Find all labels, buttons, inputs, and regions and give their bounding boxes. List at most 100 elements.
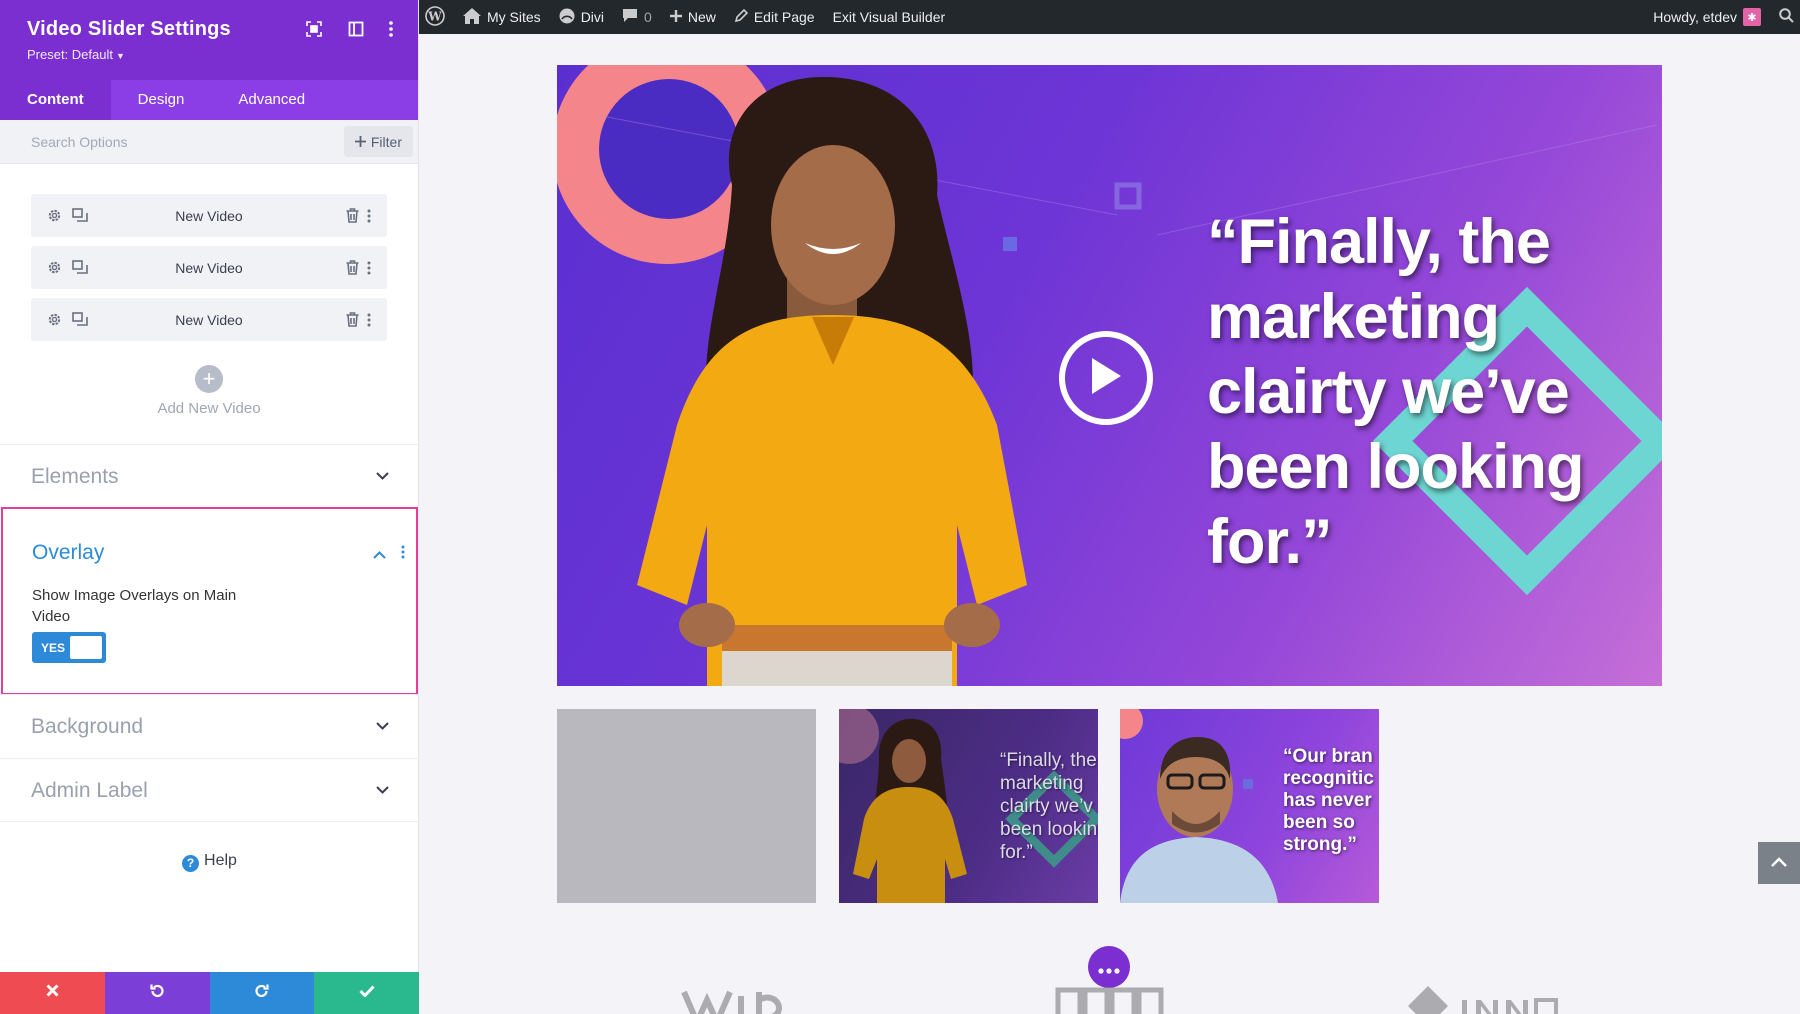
partner-logo <box>679 979 809 1014</box>
panel-tabs: Content Design Advanced <box>0 80 418 120</box>
caret-down-icon: ▼ <box>116 51 125 61</box>
divi-label: Divi <box>580 9 605 25</box>
thumbnail-quote: “Our bran recognitic has never been so s… <box>1283 746 1374 855</box>
expand-icon[interactable] <box>303 18 325 40</box>
undo-button[interactable] <box>104 972 210 1014</box>
edit-page-link[interactable]: Edit Page <box>725 0 824 34</box>
redo-icon <box>254 983 270 1004</box>
video-item[interactable]: New Video <box>31 194 387 237</box>
add-video-button[interactable]: + <box>195 365 223 393</box>
exit-visual-builder-link[interactable]: Exit Visual Builder <box>824 0 955 34</box>
chevron-up-icon <box>1771 854 1787 872</box>
thumbnail-quote: “Finally, the marketing clairty we’v bee… <box>1000 750 1098 863</box>
filter-button[interactable]: Filter <box>343 126 413 157</box>
play-button[interactable] <box>1059 331 1153 425</box>
help-icon: ? <box>182 854 200 872</box>
more-icon[interactable] <box>401 545 405 564</box>
section-title: Admin Label <box>31 779 148 802</box>
undo-icon <box>149 983 165 1004</box>
slider-thumbnail[interactable] <box>557 709 816 903</box>
comment-icon <box>622 8 638 26</box>
my-sites-label: My Sites <box>487 9 541 25</box>
svg-text:W: W <box>427 9 442 23</box>
page-canvas: “Finally, the marketing clairty we’ve be… <box>419 34 1800 1014</box>
comments-menu[interactable]: 0 <box>613 0 661 34</box>
admin-bar: W My Sites Divi 0 New Edit Page Exit Vis… <box>419 0 1800 34</box>
action-bar <box>0 972 419 1014</box>
duplicate-icon[interactable] <box>70 310 90 330</box>
scroll-to-top-button[interactable] <box>1758 842 1800 884</box>
section-title[interactable]: Overlay <box>32 541 104 565</box>
filter-label: Filter <box>370 133 402 150</box>
search-row: Filter <box>0 120 418 164</box>
trash-icon[interactable] <box>342 310 362 330</box>
search-icon <box>1779 8 1794 26</box>
avatar: ✱ <box>1743 8 1761 26</box>
tab-advanced[interactable]: Advanced <box>211 80 332 120</box>
tab-design[interactable]: Design <box>111 80 212 120</box>
account-menu[interactable]: Howdy, etdev ✱ <box>1644 0 1770 34</box>
panel-header: Video Slider Settings Preset: Default ▼ <box>0 0 418 80</box>
video-item[interactable]: New Video <box>31 246 387 289</box>
check-icon <box>359 984 375 1002</box>
section-elements[interactable]: Elements <box>0 444 419 508</box>
my-sites-menu[interactable]: My Sites <box>454 0 550 34</box>
trash-icon[interactable] <box>342 258 362 278</box>
exit-builder-label: Exit Visual Builder <box>832 9 946 25</box>
new-menu[interactable]: New <box>661 0 725 34</box>
preset-dropdown[interactable]: Preset: Default ▼ <box>27 47 391 62</box>
plus-icon <box>354 134 366 150</box>
comments-count: 0 <box>644 9 652 25</box>
my-sites-icon <box>463 7 481 27</box>
section-background[interactable]: Background <box>0 694 419 758</box>
divi-icon <box>559 8 575 27</box>
settings-panel: Video Slider Settings Preset: Default ▼ C… <box>0 0 419 1014</box>
toggle-value: YES <box>41 641 66 655</box>
section-admin-label[interactable]: Admin Label <box>0 758 419 822</box>
admin-search-button[interactable] <box>1770 0 1800 34</box>
panel-title: Video Slider Settings <box>27 18 231 40</box>
play-icon <box>1089 356 1123 401</box>
toggle-knob <box>70 636 102 659</box>
more-options-icon[interactable] <box>380 18 402 40</box>
more-icon[interactable] <box>364 258 374 278</box>
video-item[interactable]: New Video <box>31 298 387 341</box>
new-label: New <box>687 9 716 25</box>
discard-button[interactable] <box>0 972 105 1014</box>
save-button[interactable] <box>314 972 419 1014</box>
duplicate-icon[interactable] <box>70 258 90 278</box>
help-link[interactable]: ? Help <box>0 852 419 872</box>
slider-thumbnail[interactable]: “Our bran recognitic has never been so s… <box>1120 709 1379 903</box>
edit-page-label: Edit Page <box>753 9 815 25</box>
duplicate-icon[interactable] <box>70 206 90 226</box>
wordpress-menu[interactable]: W <box>419 0 454 34</box>
partner-logo <box>1404 979 1574 1014</box>
section-title: Background <box>31 715 144 738</box>
wordpress-icon: W <box>425 5 445 29</box>
slider-thumbnail[interactable]: “Finally, the marketing clairty we’v bee… <box>839 709 1098 903</box>
more-horizontal-icon <box>1098 954 1120 980</box>
partner-logo <box>1055 979 1165 1014</box>
split-view-icon[interactable] <box>345 18 367 40</box>
overlay-toggle[interactable]: YES <box>32 632 106 663</box>
chevron-down-icon <box>376 717 389 735</box>
trash-icon[interactable] <box>342 206 362 226</box>
chevron-up-icon[interactable] <box>373 546 386 564</box>
more-icon[interactable] <box>364 206 374 226</box>
section-overlay: Overlay Show Image Overlays on Main Vide… <box>1 507 418 695</box>
help-label: Help <box>204 852 237 869</box>
gear-icon[interactable] <box>44 310 64 330</box>
redo-button[interactable] <box>209 972 315 1014</box>
plus-icon <box>669 9 682 25</box>
main-video-slide[interactable]: “Finally, the marketing clairty we’ve be… <box>557 65 1662 686</box>
pencil-icon <box>734 8 748 26</box>
search-input[interactable] <box>0 120 330 164</box>
admin-bar-right: Howdy, etdev ✱ <box>1644 0 1800 34</box>
gear-icon[interactable] <box>44 206 64 226</box>
video-list: New Video New Video New Video + Add New … <box>0 164 418 460</box>
section-title: Elements <box>31 465 119 488</box>
divi-menu[interactable]: Divi <box>550 0 613 34</box>
gear-icon[interactable] <box>44 258 64 278</box>
tab-content[interactable]: Content <box>0 80 111 120</box>
more-icon[interactable] <box>364 310 374 330</box>
